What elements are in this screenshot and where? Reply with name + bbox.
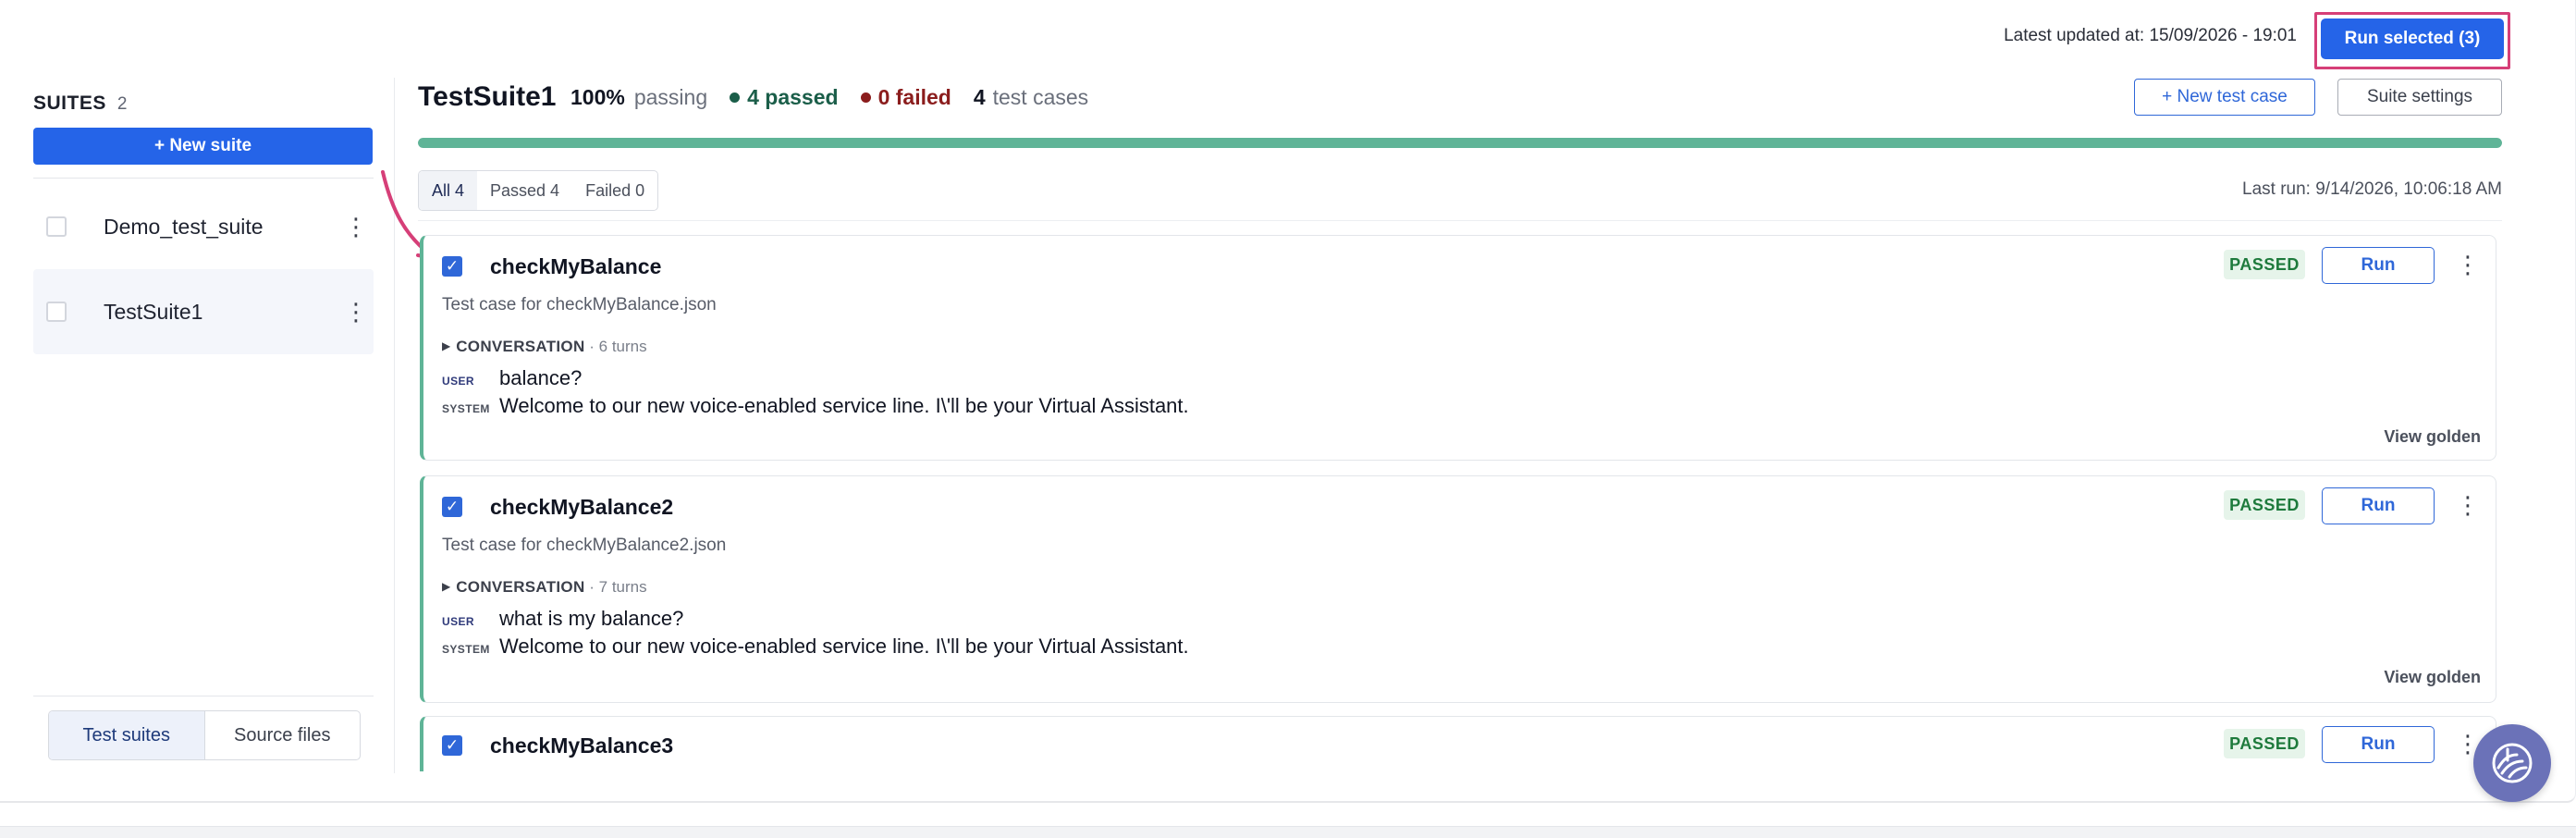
filter-passed[interactable]: Passed 4 xyxy=(477,171,572,210)
run-button[interactable]: Run xyxy=(2322,726,2435,763)
run-selected-button[interactable]: Run selected (3) xyxy=(2321,18,2504,59)
test-case-title: checkMyBalance3 xyxy=(490,733,674,758)
conversation-toggle[interactable]: ▶ CONVERSATION · 7 turns xyxy=(442,578,647,597)
view-golden-link[interactable]: View golden xyxy=(2384,668,2481,687)
turns-count: · 6 turns xyxy=(589,338,647,355)
tab-source-files[interactable]: Source files xyxy=(205,711,361,759)
last-run-text: Last run: 9/14/2026, 10:06:18 AM xyxy=(2242,179,2502,199)
passing-label: passing xyxy=(633,85,708,109)
pass-percentage: 100% xyxy=(570,85,625,109)
kebab-menu-icon[interactable]: ⋮ xyxy=(2456,253,2480,277)
assistant-icon xyxy=(2492,743,2533,783)
kebab-menu-icon[interactable]: ⋮ xyxy=(344,215,368,239)
suites-count: 2 xyxy=(117,94,128,114)
suites-header: SUITES 2 xyxy=(33,92,374,115)
view-golden-link[interactable]: View golden xyxy=(2384,427,2481,447)
test-case-card[interactable]: ✓ checkMyBalance3 PASSED Run ⋮ xyxy=(420,716,2496,771)
caret-right-icon: ▶ xyxy=(442,339,451,352)
role-user: USER xyxy=(442,375,474,388)
sidebar: SUITES 2 + New suite Demo_test_suite ⋮ T… xyxy=(33,81,374,766)
test-case-card[interactable]: ✓ checkMyBalance2 PASSED Run ⋮ Test case… xyxy=(420,475,2496,703)
status-badge: PASSED xyxy=(2224,490,2305,520)
checkbox-checked-icon[interactable]: ✓ xyxy=(442,497,462,517)
pass-progress-bar xyxy=(418,138,2502,148)
suite-name: TestSuite1 xyxy=(104,299,203,324)
suite-name: Demo_test_suite xyxy=(104,214,264,239)
system-message: Welcome to our new voice-enabled service… xyxy=(499,635,1189,658)
role-system: SYSTEM xyxy=(442,402,490,415)
system-message: Welcome to our new voice-enabled service… xyxy=(499,394,1189,417)
turns-count: · 7 turns xyxy=(589,578,647,596)
run-button[interactable]: Run xyxy=(2322,487,2435,524)
test-case-subtitle: Test case for checkMyBalance.json xyxy=(442,295,717,314)
test-case-card[interactable]: ✓ checkMyBalance PASSED Run ⋮ Test case … xyxy=(420,235,2496,461)
filter-failed[interactable]: Failed 0 xyxy=(572,171,657,210)
test-case-title: checkMyBalance xyxy=(490,254,662,278)
status-badge: PASSED xyxy=(2224,250,2305,279)
bottom-strip xyxy=(0,826,2576,838)
assistant-button[interactable] xyxy=(2473,724,2551,802)
new-suite-button[interactable]: + New suite xyxy=(33,128,373,165)
conversation-label: CONVERSATION xyxy=(456,578,585,596)
suite-checkbox[interactable] xyxy=(46,302,67,322)
checkbox-checked-icon[interactable]: ✓ xyxy=(442,735,462,756)
kebab-menu-icon[interactable]: ⋮ xyxy=(2456,493,2480,517)
conversation-toggle[interactable]: ▶ CONVERSATION · 6 turns xyxy=(442,338,647,356)
suite-stats: 100% passing 4 passed 0 failed 4 test cas… xyxy=(570,85,1088,110)
role-system: SYSTEM xyxy=(442,643,490,656)
test-case-title: checkMyBalance2 xyxy=(490,495,674,519)
caret-right-icon: ▶ xyxy=(442,580,451,593)
latest-updated-text: Latest updated at: 15/09/2026 - 19:01 xyxy=(2004,26,2297,45)
sidebar-divider xyxy=(33,178,374,179)
passed-count: 4 passed xyxy=(730,85,839,110)
passed-dot-icon xyxy=(730,92,741,103)
cases-count: 4 xyxy=(973,85,986,109)
status-filter-group: All 4 Passed 4 Failed 0 xyxy=(418,170,659,211)
failed-text: 0 failed xyxy=(877,85,951,109)
passed-text: 4 passed xyxy=(747,85,839,109)
pass-progress-fill xyxy=(418,138,2502,148)
tab-test-suites[interactable]: Test suites xyxy=(49,711,205,759)
suite-item-demo-test-suite[interactable]: Demo_test_suite ⋮ xyxy=(33,184,374,269)
role-user: USER xyxy=(442,615,474,628)
cases-label: test cases xyxy=(992,85,1089,109)
user-message: what is my balance? xyxy=(499,607,684,630)
list-divider xyxy=(418,220,2502,221)
suite-item-testsuite1[interactable]: TestSuite1 ⋮ xyxy=(33,269,374,354)
test-case-subtitle: Test case for checkMyBalance2.json xyxy=(442,536,727,555)
sidebar-tab-switch: Test suites Source files xyxy=(48,710,361,760)
suites-title: SUITES xyxy=(33,92,106,114)
page-title: TestSuite1 xyxy=(418,81,557,112)
user-message: balance? xyxy=(499,366,583,389)
kebab-menu-icon[interactable]: ⋮ xyxy=(344,300,368,324)
status-badge: PASSED xyxy=(2224,729,2305,758)
checkbox-checked-icon[interactable]: ✓ xyxy=(442,256,462,277)
test-case-count: 4 test cases xyxy=(974,85,1088,110)
new-test-case-button[interactable]: + New test case xyxy=(2134,79,2315,116)
failed-dot-icon xyxy=(860,92,871,103)
conversation-label: CONVERSATION xyxy=(456,338,585,355)
failed-count: 0 failed xyxy=(860,85,951,110)
suite-checkbox[interactable] xyxy=(46,216,67,237)
run-button[interactable]: Run xyxy=(2322,247,2435,284)
suite-list: Demo_test_suite ⋮ TestSuite1 ⋮ xyxy=(33,184,374,354)
suite-settings-button[interactable]: Suite settings xyxy=(2337,79,2502,116)
